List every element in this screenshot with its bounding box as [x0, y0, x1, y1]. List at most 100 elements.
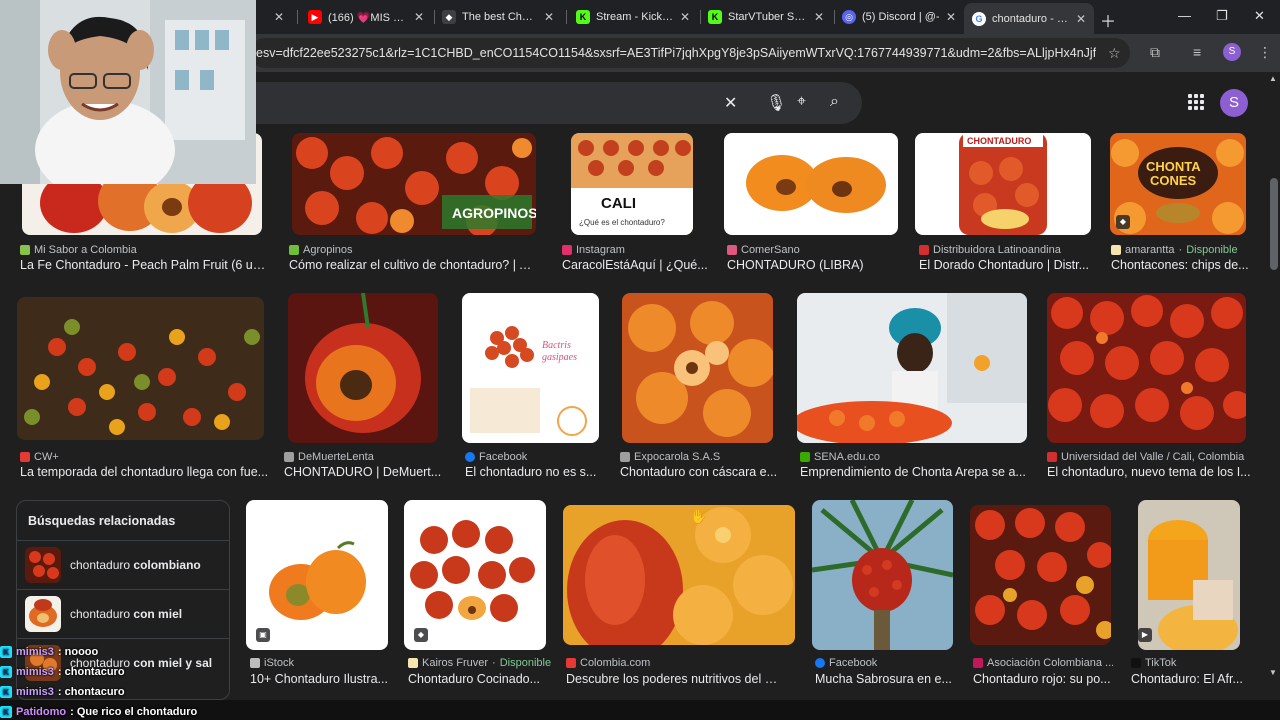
- svg-text:CONES: CONES: [1150, 173, 1197, 188]
- close-tab-icon[interactable]: ✕: [414, 10, 424, 24]
- chat-text: : chontacuro: [57, 666, 125, 678]
- google-apps-icon[interactable]: [1188, 94, 1204, 110]
- result-image[interactable]: [797, 293, 1027, 443]
- result-image[interactable]: [812, 500, 953, 650]
- media-control-icon[interactable]: ≡: [1193, 44, 1201, 60]
- result-title[interactable]: 10+ Chontaduro Ilustra...: [250, 672, 390, 686]
- result-image[interactable]: CHONTA CONES ◆: [1110, 133, 1246, 235]
- mouse-cursor-icon: ✋: [690, 508, 708, 524]
- result-image[interactable]: [622, 293, 773, 443]
- svg-text:CALI: CALI: [601, 195, 636, 212]
- kick-badge-icon: K: [0, 706, 12, 718]
- clear-search-icon[interactable]: ✕: [724, 93, 737, 113]
- source-favicon: [800, 452, 810, 462]
- result-title[interactable]: Chontacones: chips de...: [1111, 258, 1251, 272]
- restore-icon[interactable]: ❐: [1216, 8, 1228, 24]
- svg-text:AGROPINOS: AGROPINOS: [452, 205, 536, 221]
- result-image[interactable]: [17, 297, 264, 440]
- new-tab-icon[interactable]: ＋: [1100, 8, 1116, 32]
- related-search-item[interactable]: chontaduro colombiano: [17, 540, 229, 588]
- browser-tab-active[interactable]: G chontaduro - Bu ✕: [964, 3, 1094, 34]
- extensions-icon[interactable]: ⧉: [1150, 44, 1160, 61]
- source-name: amarantta: [1125, 244, 1175, 256]
- close-tab-icon[interactable]: ✕: [1076, 12, 1086, 26]
- result-title[interactable]: El chontaduro, nuevo tema de los I...: [1047, 465, 1252, 479]
- browser-tab[interactable]: ▶ (166) 💗MIS PAPÁ... ✕: [300, 5, 432, 29]
- url-text[interactable]: esv=dfcf22ee523275c1&rlz=1C1CHBD_enCO115…: [256, 46, 1096, 60]
- chat-message: K mimis3 : chontacuro: [0, 682, 230, 702]
- close-tab-icon[interactable]: ✕: [274, 10, 284, 24]
- result-title[interactable]: Chontaduro rojo: su po...: [973, 672, 1113, 686]
- result-image[interactable]: CHONTADURO: [915, 133, 1091, 235]
- lens-search-icon[interactable]: ⌖: [797, 93, 806, 111]
- source-favicon: [919, 245, 929, 255]
- scrollbar-thumb[interactable]: [1270, 178, 1278, 270]
- related-thumbnail: [25, 547, 61, 583]
- result-image[interactable]: [288, 293, 438, 443]
- menu-dots-icon[interactable]: ⋮: [1258, 44, 1272, 61]
- profile-avatar[interactable]: S: [1223, 43, 1241, 61]
- result-title[interactable]: El Dorado Chontaduro | Distr...: [919, 258, 1099, 272]
- result-title[interactable]: Cómo realizar el cultivo de chontaduro? …: [289, 258, 539, 272]
- browser-tab[interactable]: K StarVTuber Strea ✕: [700, 5, 832, 29]
- scroll-down-icon[interactable]: ▼: [1269, 668, 1277, 677]
- result-title[interactable]: Chontaduro con cáscara e...: [620, 465, 780, 479]
- chat-text: : noooo: [57, 646, 99, 658]
- result-image[interactable]: ▣: [246, 500, 388, 650]
- result-title[interactable]: El chontaduro no es s...: [465, 465, 600, 479]
- source-favicon: [408, 658, 418, 668]
- result-image[interactable]: ▶: [1138, 500, 1240, 650]
- search-icon[interactable]: ⌕: [830, 93, 839, 111]
- result-image[interactable]: Bactris gasipaes: [462, 293, 599, 443]
- result-title[interactable]: Chontaduro Cocinado...: [408, 672, 548, 686]
- webcam-overlay: [0, 0, 256, 184]
- result-title[interactable]: La temporada del chontaduro llega con fu…: [20, 465, 270, 479]
- result-title[interactable]: Descubre los poderes nutritivos del Cho.…: [566, 672, 786, 686]
- result-title[interactable]: Mucha Sabrosura en e...: [815, 672, 955, 686]
- result-title[interactable]: La Fe Chontaduro - Peach Palm Fruit (6 u…: [20, 258, 270, 272]
- voice-search-icon[interactable]: 🎙: [766, 93, 786, 113]
- facebook-icon: [815, 658, 825, 668]
- result-image[interactable]: [1047, 293, 1246, 443]
- result-image[interactable]: CALI ¿Qué es el chontaduro?: [571, 133, 693, 235]
- scroll-up-icon[interactable]: ▲: [1269, 74, 1277, 83]
- search-input[interactable]: [180, 82, 862, 124]
- result-title[interactable]: CaracolEstáAquí | ¿Qué...: [562, 258, 712, 272]
- image-type-icon: ▣: [256, 628, 270, 642]
- browser-tab[interactable]: ◆ The best ChatBo ✕: [434, 5, 562, 29]
- close-window-icon[interactable]: ✕: [1254, 8, 1265, 24]
- minimize-icon[interactable]: —: [1178, 8, 1191, 23]
- result-title[interactable]: CHONTADURO | DeMuert...: [284, 465, 444, 479]
- tab-title: StarVTuber Strea: [728, 11, 808, 23]
- account-avatar[interactable]: S: [1220, 89, 1248, 117]
- scrollbar-track[interactable]: [1268, 72, 1280, 682]
- svg-text:gasipaes: gasipaes: [542, 352, 577, 363]
- result-image[interactable]: ◆: [404, 500, 546, 650]
- browser-tab[interactable]: K Stream - Kick Da ✕: [568, 5, 698, 29]
- result-image[interactable]: AGROPINOS: [292, 133, 536, 235]
- related-search-item[interactable]: chontaduro con miel: [17, 589, 229, 637]
- source-name: Asociación Colombiana ...: [987, 657, 1113, 669]
- instagram-icon: [562, 245, 572, 255]
- result-title[interactable]: Emprendimiento de Chonta Arepa se a...: [800, 465, 1030, 479]
- result-title[interactable]: Chontaduro: El Afr...: [1131, 672, 1251, 686]
- related-searches-title: Búsquedas relacionadas: [28, 514, 176, 528]
- bookmark-star-icon[interactable]: ☆: [1108, 45, 1121, 62]
- browser-tab[interactable]: ◎ (5) Discord | @- ✕: [834, 5, 964, 29]
- kick-icon: K: [576, 10, 590, 24]
- close-tab-icon[interactable]: ✕: [814, 10, 824, 24]
- close-tab-icon[interactable]: ✕: [544, 10, 554, 24]
- result-title[interactable]: CHONTADURO (LIBRA): [727, 258, 907, 272]
- result-image[interactable]: [563, 505, 795, 645]
- result-image[interactable]: [724, 133, 898, 235]
- source-favicon: [1047, 452, 1057, 462]
- close-tab-icon[interactable]: ✕: [946, 10, 956, 24]
- tab-title: chontaduro - Bu: [992, 12, 1070, 25]
- tab-title: (166) 💗MIS PAPÁ...: [328, 11, 408, 24]
- chat-message: K mimis3 : noooo: [0, 642, 230, 662]
- result-image[interactable]: [970, 505, 1111, 645]
- source-name: TikTok: [1145, 657, 1177, 669]
- tiktok-icon: [1131, 658, 1141, 668]
- close-tab-icon[interactable]: ✕: [680, 10, 690, 24]
- tab-title: Stream - Kick Da: [596, 11, 674, 23]
